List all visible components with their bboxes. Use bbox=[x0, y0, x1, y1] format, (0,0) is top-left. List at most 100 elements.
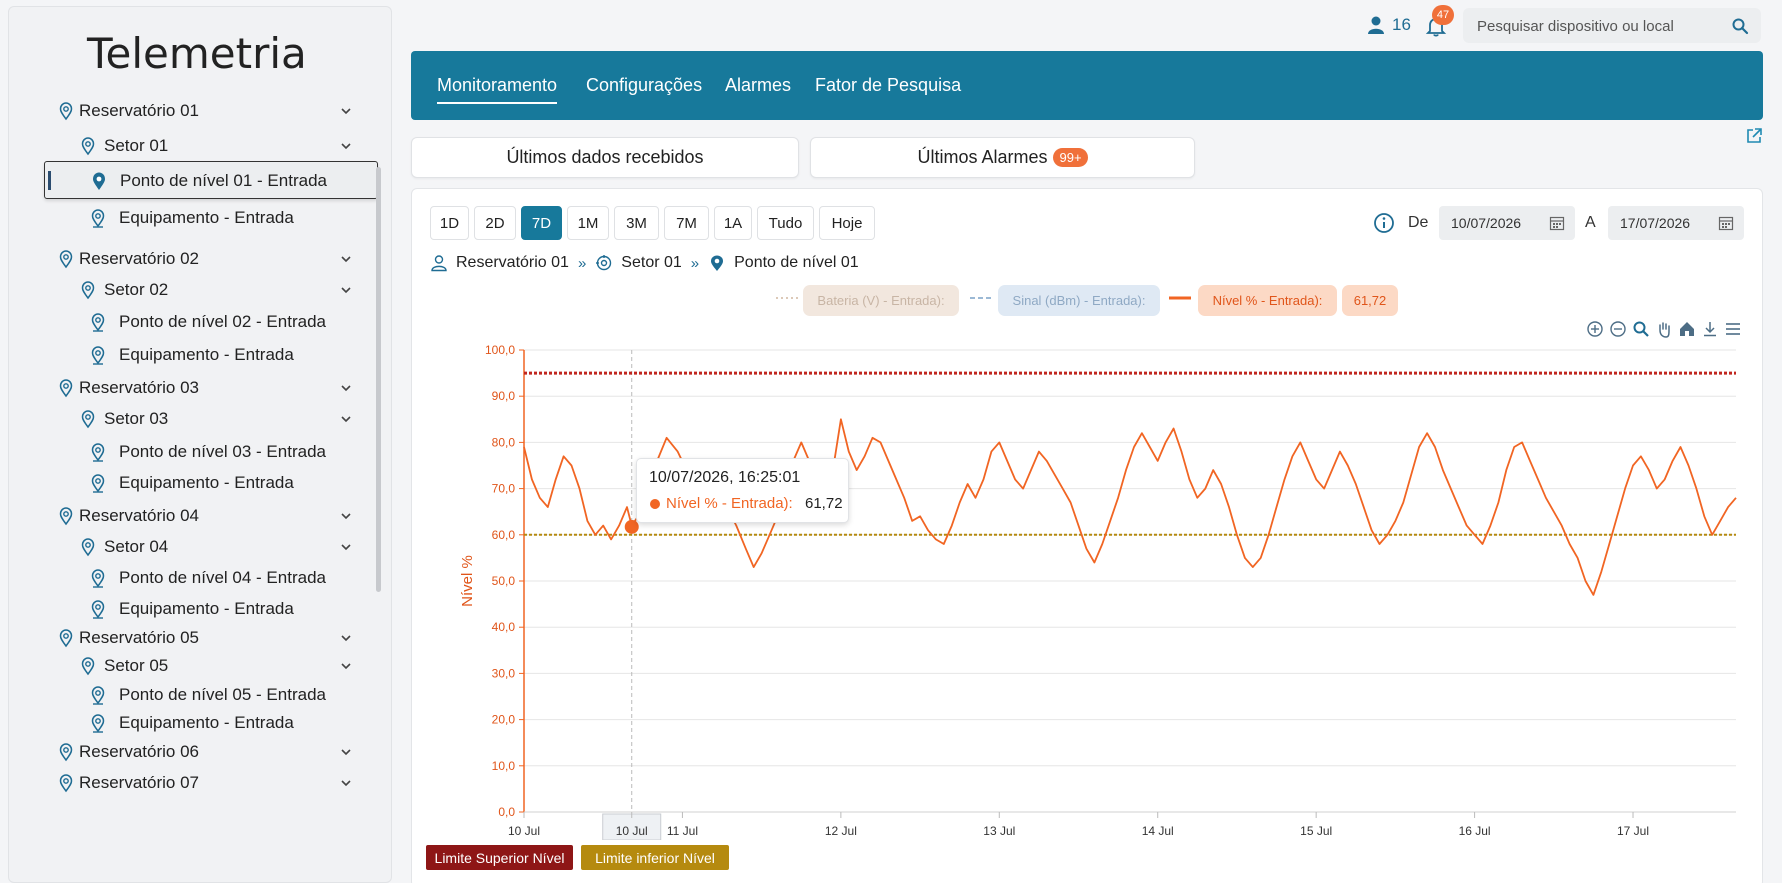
tree-sector[interactable]: Setor 05 bbox=[9, 651, 379, 681]
last-data-label: Últimos dados recebidos bbox=[506, 147, 704, 167]
range-1a-button[interactable]: 1A bbox=[714, 206, 752, 240]
x-tick-label: 13 Jul bbox=[983, 824, 1015, 838]
tree-reservoir[interactable]: Reservatório 02 bbox=[9, 244, 379, 274]
tab-configuracoes[interactable]: Configurações bbox=[586, 75, 702, 96]
chevron-down-icon[interactable] bbox=[339, 252, 353, 266]
chevron-down-icon[interactable] bbox=[339, 631, 353, 645]
chevron-down-icon[interactable] bbox=[339, 104, 353, 118]
tab-fator-de-pesquisa[interactable]: Fator de Pesquisa bbox=[815, 75, 961, 96]
user-count-value: 16 bbox=[1392, 15, 1411, 34]
to-date-field[interactable]: 17/07/2026 bbox=[1608, 206, 1744, 240]
location-pin-icon bbox=[91, 686, 105, 705]
tree-point[interactable]: Ponto de nível 01 - Entrada bbox=[44, 161, 378, 199]
location-pin-icon bbox=[93, 172, 105, 190]
tree-item-label: Ponto de nível 04 - Entrada bbox=[119, 568, 326, 587]
legend-battery[interactable]: Bateria (V) - Entrada): bbox=[803, 285, 959, 316]
tree-item-label: Setor 02 bbox=[104, 280, 169, 299]
tree-reservoir[interactable]: Reservatório 03 bbox=[9, 373, 379, 403]
external-link-icon[interactable] bbox=[1745, 127, 1763, 145]
tree-sector[interactable]: Setor 02 bbox=[9, 275, 379, 305]
chevron-down-icon[interactable] bbox=[339, 139, 353, 153]
calendar-icon bbox=[1549, 216, 1565, 231]
chevron-down-icon[interactable] bbox=[339, 412, 353, 426]
range-tudo-button[interactable]: Tudo bbox=[757, 206, 814, 240]
tree-reservoir[interactable]: Reservatório 05 bbox=[9, 623, 379, 653]
tree-point[interactable]: Equipamento - Entrada bbox=[9, 340, 379, 370]
user-outline-icon bbox=[431, 255, 447, 272]
tree-item-label: Reservatório 04 bbox=[79, 506, 200, 525]
legend-signal[interactable]: Sinal (dBm) - Entrada): bbox=[998, 285, 1160, 316]
chevron-down-icon[interactable] bbox=[339, 659, 353, 673]
range-7m-button[interactable]: 7M bbox=[664, 206, 709, 240]
tree-point[interactable]: Equipamento - Entrada bbox=[9, 203, 379, 233]
search-icon[interactable] bbox=[1731, 17, 1749, 35]
chevron-down-icon[interactable] bbox=[339, 745, 353, 759]
tooltip-time: 10/07/2026, 16:25:01 bbox=[649, 469, 801, 486]
to-date-value: 17/07/2026 bbox=[1620, 215, 1691, 231]
tree-sector[interactable]: Setor 01 bbox=[9, 131, 379, 161]
tree-point[interactable]: Equipamento - Entrada bbox=[9, 594, 379, 624]
from-date-field[interactable]: 10/07/2026 bbox=[1439, 206, 1575, 240]
tab-alarmes[interactable]: Alarmes bbox=[725, 75, 791, 96]
chevron-down-icon[interactable] bbox=[339, 283, 353, 297]
level-chart[interactable]: 0,0 10,0 20,0 30,0 40,0 50,0 60,0 70,0 80,0 90,0 1… bbox=[430, 330, 1750, 840]
x-tick-label: 16 Jul bbox=[1459, 824, 1491, 838]
legend-level[interactable]: Nível % - Entrada): bbox=[1198, 285, 1337, 316]
user-count[interactable]: 16 bbox=[1366, 15, 1411, 35]
breadcrumb-sector[interactable]: Setor 01 bbox=[621, 254, 681, 272]
chevron-down-icon[interactable] bbox=[339, 381, 353, 395]
y-tick-label: 70,0 bbox=[492, 482, 516, 496]
lower-limit-chip[interactable]: Limite inferior Nível bbox=[581, 845, 729, 870]
range-3m-button[interactable]: 3M bbox=[614, 206, 659, 240]
location-pin-icon bbox=[91, 569, 105, 588]
level-legend-line bbox=[1169, 296, 1191, 300]
breadcrumb-reservoir[interactable]: Reservatório 01 bbox=[456, 254, 569, 272]
y-tick-label: 40,0 bbox=[492, 620, 516, 634]
from-date-value: 10/07/2026 bbox=[1451, 215, 1522, 231]
tree-reservoir[interactable]: Reservatório 04 bbox=[9, 501, 379, 531]
x-tick-label: 10 Jul bbox=[616, 824, 648, 838]
breadcrumb-point: Ponto de nível 01 bbox=[734, 254, 859, 271]
chevron-down-icon[interactable] bbox=[339, 540, 353, 554]
range-7d-button[interactable]: 7D bbox=[521, 206, 562, 240]
range-1m-button[interactable]: 1M bbox=[567, 206, 609, 240]
info-icon[interactable] bbox=[1373, 212, 1395, 234]
last-alarms-button[interactable]: Últimos Alarmes 99+ bbox=[810, 137, 1195, 178]
to-date-label: A bbox=[1585, 214, 1596, 231]
range-hoje-button[interactable]: Hoje bbox=[819, 206, 875, 240]
upper-limit-chip[interactable]: Limite Superior Nível bbox=[426, 845, 573, 870]
tree-point[interactable]: Ponto de nível 04 - Entrada bbox=[9, 563, 379, 593]
tree-reservoir[interactable]: Reservatório 07 bbox=[9, 768, 379, 798]
search-input[interactable] bbox=[1477, 14, 1717, 38]
location-pin-icon bbox=[91, 346, 105, 365]
tree-sector[interactable]: Setor 04 bbox=[9, 532, 379, 562]
legend-level-value: 61,72 bbox=[1342, 285, 1398, 316]
location-pin-icon bbox=[91, 474, 105, 493]
tree-item-label: Setor 01 bbox=[104, 136, 169, 155]
range-1d-button[interactable]: 1D bbox=[430, 206, 469, 240]
tree-item-label: Ponto de nível 05 - Entrada bbox=[119, 685, 326, 704]
sidebar-scrollbar[interactable] bbox=[376, 167, 381, 592]
tree-sector[interactable]: Setor 03 bbox=[9, 404, 379, 434]
y-tick-label: 60,0 bbox=[492, 528, 516, 542]
tree-point[interactable]: Equipamento - Entrada bbox=[9, 468, 379, 498]
calendar-icon bbox=[1718, 216, 1734, 231]
sidebar: Telemetria Reservatório 01 Setor 01 Ponto … bbox=[8, 6, 392, 883]
chevron-down-icon[interactable] bbox=[339, 509, 353, 523]
tab-monitoramento[interactable]: Monitoramento bbox=[437, 75, 558, 104]
tree-point[interactable]: Equipamento - Entrada bbox=[9, 708, 379, 738]
tree-item-label: Reservatório 06 bbox=[79, 742, 200, 761]
tooltip-series-name: Nível % - Entrada): bbox=[666, 495, 793, 512]
last-data-button[interactable]: Últimos dados recebidos bbox=[411, 137, 799, 178]
tree-point[interactable]: Ponto de nível 03 - Entrada bbox=[9, 437, 379, 467]
range-2d-button[interactable]: 2D bbox=[474, 206, 516, 240]
tree-reservoir[interactable]: Reservatório 06 bbox=[9, 737, 379, 767]
tree-reservoir[interactable]: Reservatório 01 bbox=[9, 96, 379, 126]
from-date-label: De bbox=[1408, 214, 1429, 231]
tree-point[interactable]: Ponto de nível 05 - Entrada bbox=[9, 680, 379, 710]
tree-point[interactable]: Ponto de nível 02 - Entrada bbox=[9, 307, 379, 337]
battery-legend-line bbox=[776, 297, 798, 299]
location-pin-icon bbox=[59, 379, 73, 398]
signal-legend-line bbox=[970, 297, 992, 299]
chevron-down-icon[interactable] bbox=[339, 776, 353, 790]
